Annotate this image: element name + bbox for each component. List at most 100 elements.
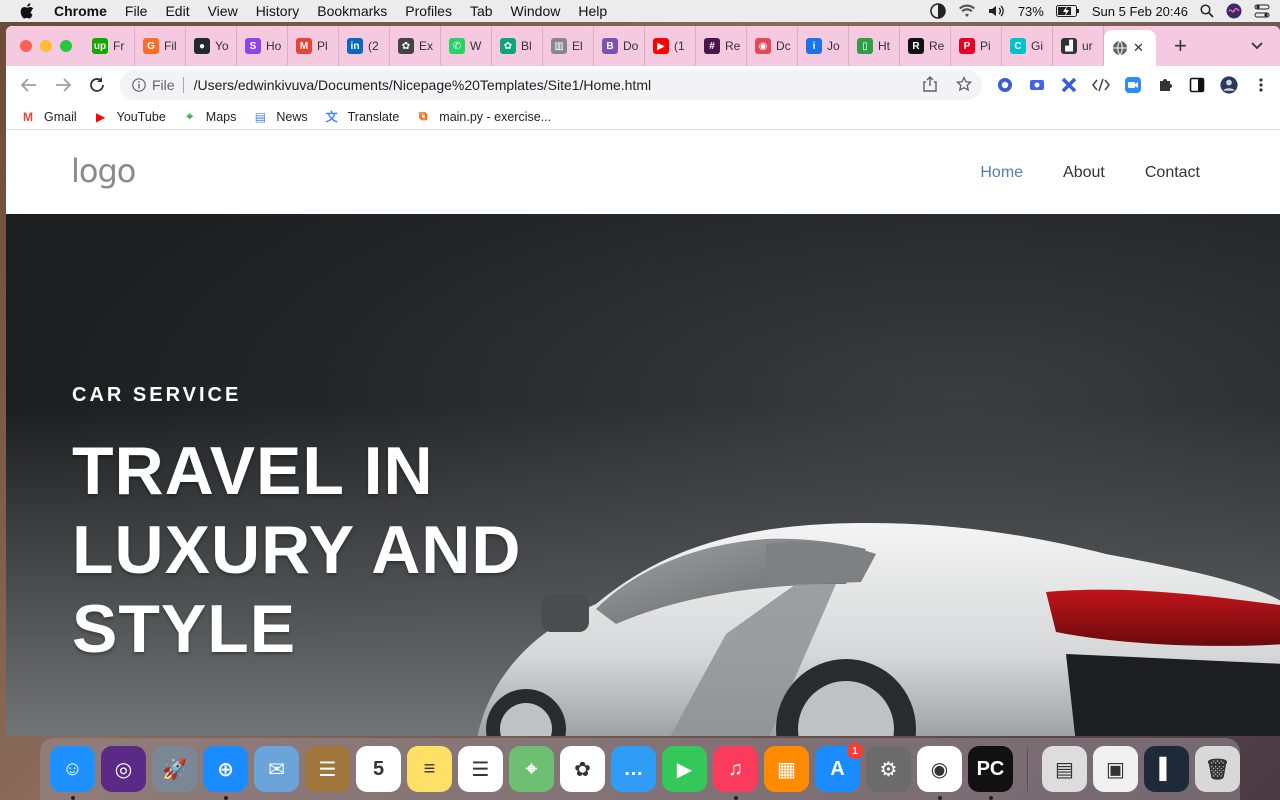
bookmark-item[interactable]: ⧉ main.py - exercise... [415, 109, 552, 124]
extension-cross-tools-icon[interactable] [1060, 76, 1078, 94]
fullscreen-window-button[interactable] [60, 40, 72, 52]
tab-item[interactable]: up Fr [84, 26, 135, 66]
safari-icon[interactable]: ⊕ [203, 746, 248, 800]
music-icon[interactable]: ♫ [713, 746, 758, 800]
apple-logo-icon[interactable] [20, 3, 34, 19]
menu-view[interactable]: View [208, 3, 238, 19]
tab-title: W [470, 39, 482, 53]
bookmark-item[interactable]: M Gmail [20, 110, 77, 124]
extension-screen-capture-icon[interactable] [1028, 76, 1046, 94]
mail-icon[interactable]: ✉ [254, 746, 299, 792]
tab-item[interactable]: ✆ W [441, 26, 492, 66]
focus-icon[interactable] [930, 3, 946, 19]
tab-item[interactable]: ▶ (1 [645, 26, 696, 66]
close-window-button[interactable] [20, 40, 32, 52]
bookmark-star-icon[interactable] [956, 76, 972, 92]
minimize-window-button[interactable] [40, 40, 52, 52]
tab-item[interactable]: ✿ Ex [390, 26, 441, 66]
url-text[interactable]: /Users/edwinkivuva/Documents/Nicepage%20… [194, 77, 652, 93]
menu-tab[interactable]: Tab [470, 3, 493, 19]
facetime-icon[interactable]: ▶ [662, 746, 707, 792]
address-bar[interactable]: File /Users/edwinkivuva/Documents/Nicepa… [120, 70, 982, 100]
menu-edit[interactable]: Edit [165, 3, 189, 19]
books-icon[interactable]: ▦ [764, 746, 809, 792]
tab-item[interactable]: # Re [696, 26, 747, 66]
terminal-window-icon[interactable]: ▌ [1143, 746, 1189, 792]
extension-zoom-icon[interactable] [1124, 76, 1142, 94]
extension-circle-icon[interactable] [996, 76, 1014, 94]
new-tab-button[interactable]: + [1174, 33, 1187, 59]
launchpad-icon[interactable]: 🚀 [152, 746, 197, 792]
tab-item[interactable]: P Pi [951, 26, 1002, 66]
tab-item[interactable]: M Pl [288, 26, 339, 66]
bookmark-item[interactable]: 文 Translate [324, 110, 400, 125]
chrome-icon[interactable]: ◉ [917, 746, 962, 800]
back-button[interactable] [18, 74, 40, 96]
nav-home[interactable]: Home [980, 164, 1023, 182]
tab-item[interactable]: R Re [900, 26, 951, 66]
menu-bookmarks[interactable]: Bookmarks [317, 3, 387, 19]
disk-utility-icon[interactable]: ▤ [1041, 746, 1087, 792]
hero-headline-line-2: LUXURY AND [72, 512, 522, 588]
tab-item[interactable]: in (2 [339, 26, 390, 66]
tab-item[interactable]: i Jo [798, 26, 849, 66]
reload-button[interactable] [86, 74, 108, 96]
menu-profiles[interactable]: Profiles [405, 3, 452, 19]
menu-history[interactable]: History [256, 3, 300, 19]
menu-clock[interactable]: Sun 5 Feb 20:46 [1092, 4, 1188, 19]
tab-item[interactable]: ▟ ur [1053, 26, 1104, 66]
menu-file[interactable]: File [125, 3, 148, 19]
notes-icon[interactable]: ≡ [407, 746, 452, 792]
tab-item[interactable]: ◉ Dc [747, 26, 798, 66]
finder-icon[interactable]: ☺ [50, 746, 95, 800]
forward-button[interactable] [52, 74, 74, 96]
bookmark-item[interactable]: ▤ News [252, 110, 308, 124]
bookmark-label: main.py - exercise... [439, 109, 552, 124]
spotlight-search-icon[interactable] [1200, 4, 1214, 18]
side-panel-icon[interactable] [1188, 76, 1206, 94]
bookmark-item[interactable]: ▶ YouTube [93, 110, 166, 124]
dock-separator [1027, 747, 1028, 791]
messages-icon[interactable]: … [611, 746, 656, 792]
share-icon[interactable] [922, 76, 938, 92]
system-preferences-icon[interactable]: ⚙ [866, 746, 911, 792]
nav-about[interactable]: About [1063, 164, 1105, 182]
menu-help[interactable]: Help [578, 3, 607, 19]
tab-search-chevron-icon[interactable] [1250, 38, 1264, 52]
tab-item[interactable]: ✿ Bl [492, 26, 543, 66]
reminders-icon[interactable]: ☰ [458, 746, 503, 792]
nav-contact[interactable]: Contact [1145, 164, 1200, 182]
bookmark-item[interactable]: ⌖ Maps [182, 109, 236, 124]
chrome-menu-icon[interactable] [1252, 76, 1270, 94]
close-tab-icon[interactable]: ✕ [1133, 40, 1144, 56]
tab-item[interactable]: ● Yo [186, 26, 237, 66]
app-store-icon[interactable]: A1 [815, 743, 863, 792]
control-center-icon[interactable] [1254, 4, 1270, 18]
calendar-icon[interactable]: 5 [356, 746, 401, 792]
preview-window-icon[interactable]: ▣ [1092, 746, 1138, 792]
volume-icon[interactable] [988, 4, 1006, 18]
trash-icon[interactable]: 🗑 [1194, 746, 1240, 792]
wifi-icon[interactable] [958, 4, 976, 18]
menu-app-name[interactable]: Chrome [54, 3, 107, 19]
siri-icon[interactable]: ◎ [101, 746, 146, 792]
contacts-icon[interactable]: ☰ [305, 746, 350, 792]
extension-code-icon[interactable] [1092, 76, 1110, 94]
pycharm-icon[interactable]: PC [968, 746, 1013, 800]
tab-item[interactable]: ▥ El [543, 26, 594, 66]
tab-item[interactable]: B Do [594, 26, 645, 66]
tab-item[interactable]: C Gi [1002, 26, 1053, 66]
site-logo[interactable]: logo [71, 152, 136, 190]
info-icon[interactable] [132, 78, 146, 92]
extensions-puzzle-icon[interactable] [1156, 76, 1174, 94]
photos-icon[interactable]: ✿ [560, 746, 605, 792]
tab-active[interactable]: ✕ [1104, 30, 1156, 66]
maps-icon[interactable]: ⌖ [509, 746, 554, 792]
tab-item[interactable]: S Ho [237, 26, 288, 66]
profile-avatar[interactable] [1220, 76, 1238, 94]
tab-item[interactable]: G Fil [135, 26, 186, 66]
battery-charging-icon[interactable] [1055, 5, 1080, 17]
menu-window[interactable]: Window [511, 3, 561, 19]
tab-item[interactable]: ▯ Ht [849, 26, 900, 66]
siri-menu-icon[interactable] [1226, 3, 1242, 19]
